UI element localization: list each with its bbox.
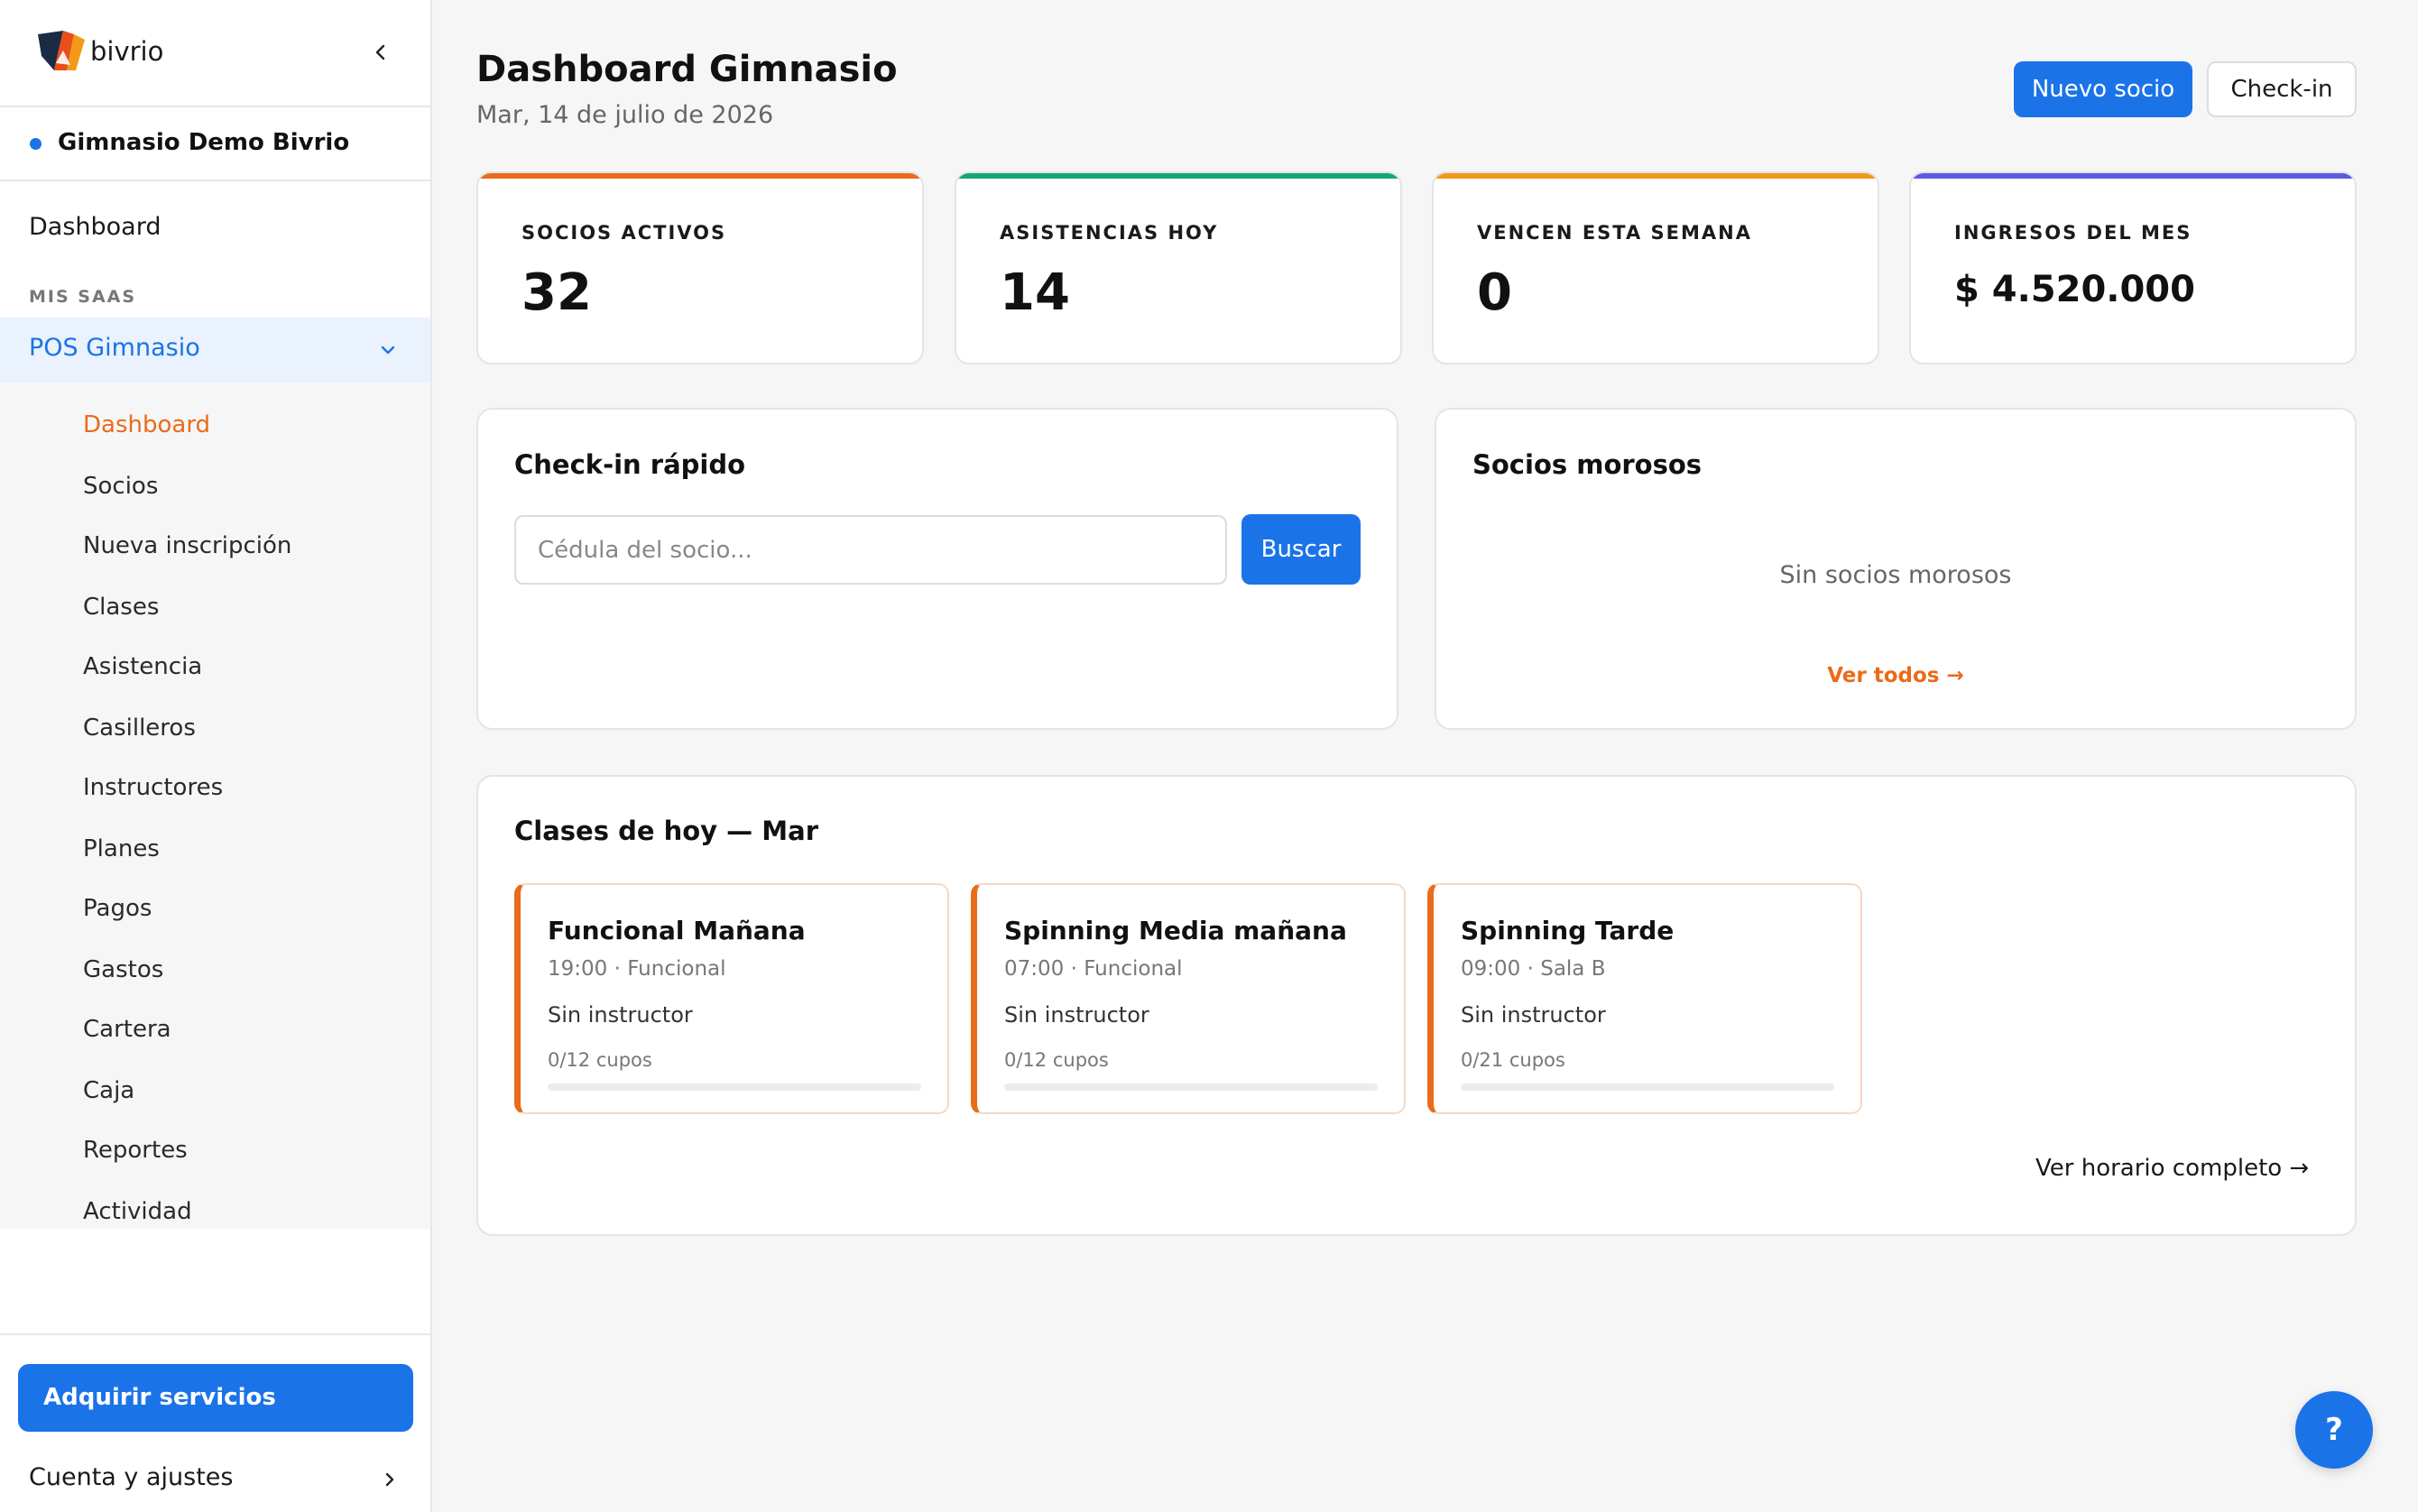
kpi-card-vencen-esta-semana: VENCEN ESTA SEMANA 0 <box>1432 171 1879 364</box>
class-instructor: Sin instructor <box>1004 1002 1149 1028</box>
kpi-accent-bar <box>1911 173 2355 179</box>
class-capacity: 0/12 cupos <box>1004 1049 1109 1071</box>
subnav-item-instructores[interactable]: Instructores <box>83 774 223 801</box>
subnav-item-planes[interactable]: Planes <box>83 835 160 862</box>
brand-name: bivrio <box>90 36 164 67</box>
class-meta: 19:00 · Funcional <box>548 957 726 981</box>
kpi-value: 32 <box>521 263 592 322</box>
page-date: Mar, 14 de julio de 2026 <box>476 101 774 129</box>
subnav-item-actividad[interactable]: Actividad <box>83 1198 192 1225</box>
workspace-status-dot <box>30 138 42 150</box>
saas-group-label: POS Gimnasio <box>29 334 200 362</box>
kpi-label: SOCIOS ACTIVOS <box>521 222 727 244</box>
class-name: Spinning Tarde <box>1461 916 1675 945</box>
subnav-item-socios[interactable]: Socios <box>83 473 158 500</box>
subnav-item-nueva-inscripcion[interactable]: Nueva inscripción <box>83 532 291 559</box>
bivrio-logo-icon <box>38 31 85 70</box>
account-settings-label: Cuenta y ajustes <box>29 1463 234 1491</box>
section-label-mis-saas: MIS SAAS <box>29 287 137 307</box>
quick-checkin-title: Check-in rápido <box>514 449 746 480</box>
class-meta: 09:00 · Sala B <box>1461 957 1606 981</box>
kpi-card-socios-activos: SOCIOS ACTIVOS 32 <box>476 171 924 364</box>
kpi-value: 14 <box>1000 263 1070 322</box>
app-root: bivrio Gimnasio Demo Bivrio Dashboard MI… <box>0 0 2418 1512</box>
kpi-accent-bar <box>478 173 922 179</box>
debtors-title: Socios morosos <box>1472 449 1703 480</box>
todays-classes-title: Clases de hoy — Mar <box>514 816 818 846</box>
kpi-label: VENCEN ESTA SEMANA <box>1477 222 1752 244</box>
subnav-item-clases[interactable]: Clases <box>83 594 159 621</box>
class-card[interactable]: Spinning Tarde 09:00 · Sala B Sin instru… <box>1427 883 1862 1114</box>
debtors-empty-text: Sin socios morosos <box>1779 561 2012 589</box>
acquire-services-button[interactable]: Adquirir servicios <box>18 1364 413 1432</box>
class-instructor: Sin instructor <box>548 1002 693 1028</box>
member-id-input[interactable] <box>514 515 1227 585</box>
kpi-accent-bar <box>956 173 1400 179</box>
capacity-progress-track <box>548 1083 921 1091</box>
workspace-name: Gimnasio Demo Bivrio <box>58 129 350 156</box>
kpi-label: ASISTENCIAS HOY <box>1000 222 1219 244</box>
capacity-progress-track <box>1461 1083 1834 1091</box>
chevron-left-icon <box>375 44 385 60</box>
subnav-item-reportes[interactable]: Reportes <box>83 1137 188 1164</box>
new-member-button[interactable]: Nuevo socio <box>2014 61 2192 117</box>
sidebar: bivrio Gimnasio Demo Bivrio Dashboard MI… <box>0 0 432 1512</box>
subnav-item-asistencia[interactable]: Asistencia <box>83 653 202 680</box>
class-capacity: 0/21 cupos <box>1461 1049 1565 1071</box>
subnav-item-casilleros[interactable]: Casilleros <box>83 715 196 742</box>
view-all-debtors-link[interactable]: Ver todos → <box>1435 664 2357 687</box>
chevron-right-icon <box>385 1472 394 1487</box>
class-card[interactable]: Funcional Mañana 19:00 · Funcional Sin i… <box>514 883 949 1114</box>
class-card[interactable]: Spinning Media mañana 07:00 · Funcional … <box>971 883 1406 1114</box>
class-capacity: 0/12 cupos <box>548 1049 652 1071</box>
subnav-item-dashboard[interactable]: Dashboard <box>83 411 210 438</box>
subnav-item-caja[interactable]: Caja <box>83 1077 134 1104</box>
subnav-item-gastos[interactable]: Gastos <box>83 956 163 983</box>
class-meta: 07:00 · Funcional <box>1004 957 1183 981</box>
kpi-card-ingresos-del-mes: INGRESOS DEL MES $ 4.520.000 <box>1909 171 2357 364</box>
kpi-accent-bar <box>1434 173 1878 179</box>
pos-gimnasio-subnav: Dashboard Socios Nueva inscripción Clase… <box>0 383 430 1229</box>
kpi-label: INGRESOS DEL MES <box>1954 222 2192 244</box>
subnav-item-pagos[interactable]: Pagos <box>83 895 152 922</box>
kpi-card-asistencias-hoy: ASISTENCIAS HOY 14 <box>955 171 1402 364</box>
nav-dashboard[interactable]: Dashboard <box>29 213 161 241</box>
chevron-down-icon <box>381 346 395 355</box>
class-instructor: Sin instructor <box>1461 1002 1606 1028</box>
class-name: Spinning Media mañana <box>1004 916 1347 945</box>
full-schedule-link[interactable]: Ver horario completo → <box>2035 1155 2309 1182</box>
kpi-value: $ 4.520.000 <box>1954 269 2195 310</box>
subnav-item-cartera[interactable]: Cartera <box>83 1016 171 1043</box>
checkin-button[interactable]: Check-in <box>2207 61 2357 117</box>
class-name: Funcional Mañana <box>548 916 806 945</box>
help-button[interactable]: ? <box>2295 1391 2373 1469</box>
brand-header: bivrio <box>0 0 430 107</box>
page-title: Dashboard Gimnasio <box>476 49 898 90</box>
kpi-value: 0 <box>1477 263 1512 322</box>
sidebar-footer-divider <box>0 1333 430 1335</box>
capacity-progress-track <box>1004 1083 1378 1091</box>
collapse-sidebar-button[interactable] <box>363 34 399 70</box>
search-button[interactable]: Buscar <box>1241 514 1361 585</box>
